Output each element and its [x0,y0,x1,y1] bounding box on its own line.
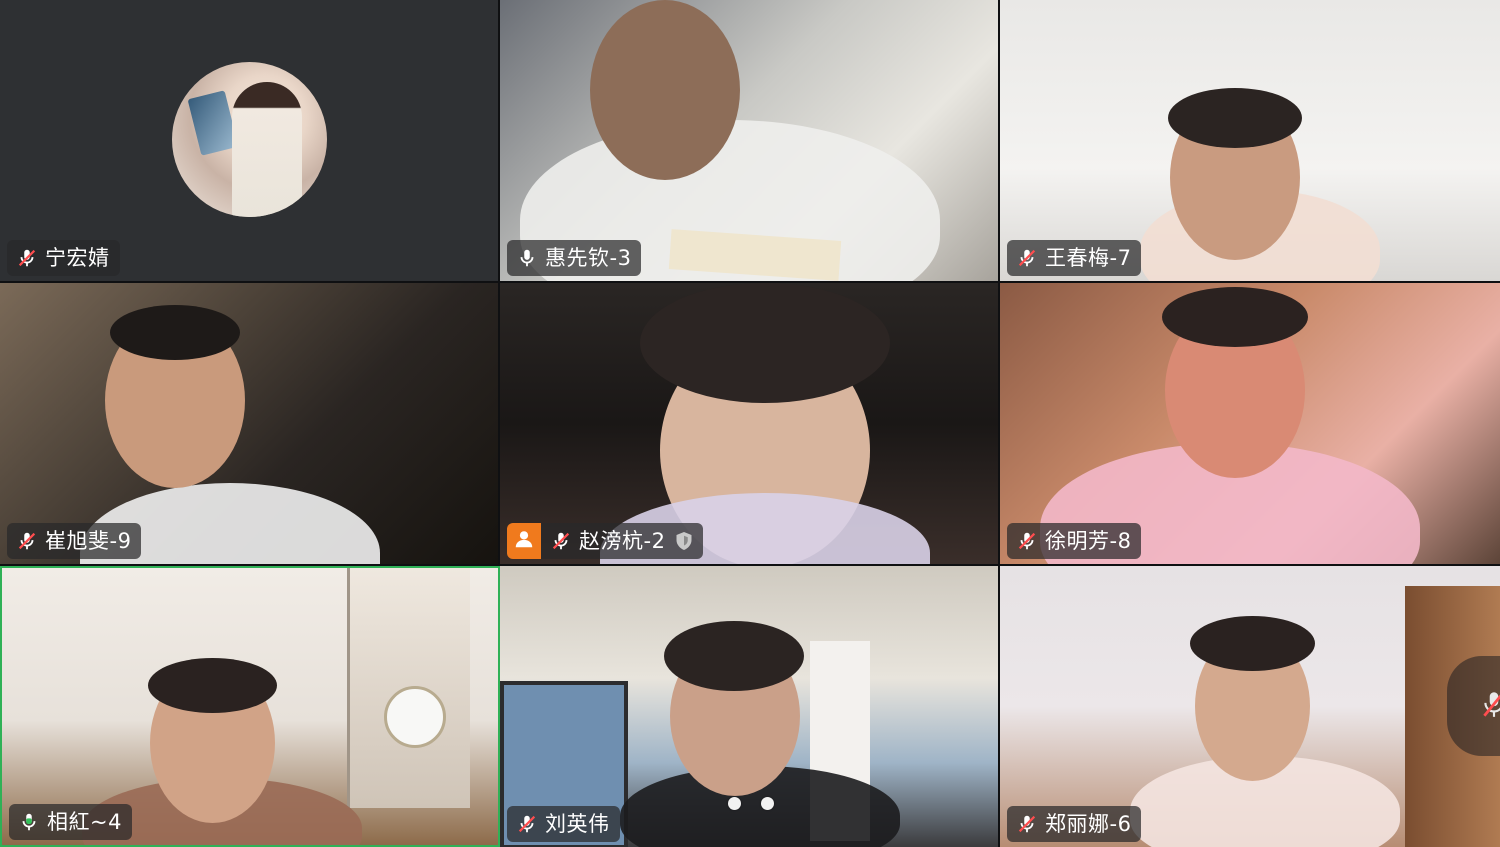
page-dot-1[interactable] [728,797,741,810]
mic-muted-icon [515,812,539,836]
participant-tile-6[interactable]: 徐明芳-8 [1000,283,1500,564]
participant-label: 宁宏婧 [7,240,120,276]
participant-tile-3[interactable]: 王春梅-7 [1000,0,1500,281]
participant-name: 宁宏婧 [45,245,110,270]
participant-tile-9[interactable]: 郑丽娜-6 [1000,566,1500,847]
participant-tile-5[interactable]: 赵滂杭-2 [500,283,1000,564]
mic-speaking-icon [17,810,41,834]
participant-label: 相紅~4 [9,804,132,840]
host-badge [507,523,541,559]
participant-tile-1[interactable]: 宁宏婧 [0,0,500,281]
shield-icon [675,531,693,551]
participant-label: 刘英伟 [507,806,620,842]
participant-name: 相紅~4 [47,809,122,834]
participant-tile-4[interactable]: 崔旭斐-9 [0,283,500,564]
participant-name: 崔旭斐-9 [45,528,132,553]
floating-mic-button[interactable] [1447,656,1500,756]
participant-label: 赵滂杭-2 [541,523,704,559]
participant-tile-7[interactable]: 相紅~4 [0,566,500,847]
participant-name: 王春梅-7 [1045,245,1132,270]
participant-name: 惠先钦-3 [545,245,632,270]
participant-label: 徐明芳-8 [1007,523,1142,559]
participant-name: 赵滂杭-2 [579,528,666,553]
mic-muted-icon [15,246,39,270]
participant-avatar [172,62,327,217]
mic-muted-icon [1481,689,1500,723]
participant-tile-2[interactable]: 惠先钦-3 [500,0,1000,281]
participant-label: 郑丽娜-6 [1007,806,1142,842]
page-indicator[interactable] [728,797,774,810]
mic-muted-icon [1015,529,1039,553]
video-grid: 宁宏婧 惠先钦-3 王春梅-7 崔旭斐-9 赵滂杭-2 徐明芳-8 相紅~4 刘… [0,0,1500,847]
mic-muted-icon [1015,812,1039,836]
person-icon [513,528,535,554]
mic-muted-icon [15,529,39,553]
participant-label: 崔旭斐-9 [7,523,142,559]
mic-muted-icon [1015,246,1039,270]
participant-name: 刘英伟 [545,811,610,836]
mic-icon [515,246,539,270]
participant-label: 惠先钦-3 [507,240,642,276]
participant-label: 王春梅-7 [1007,240,1142,276]
mic-muted-icon [549,529,573,553]
participant-name: 郑丽娜-6 [1045,811,1132,836]
participant-name: 徐明芳-8 [1045,528,1132,553]
page-dot-2[interactable] [761,797,774,810]
